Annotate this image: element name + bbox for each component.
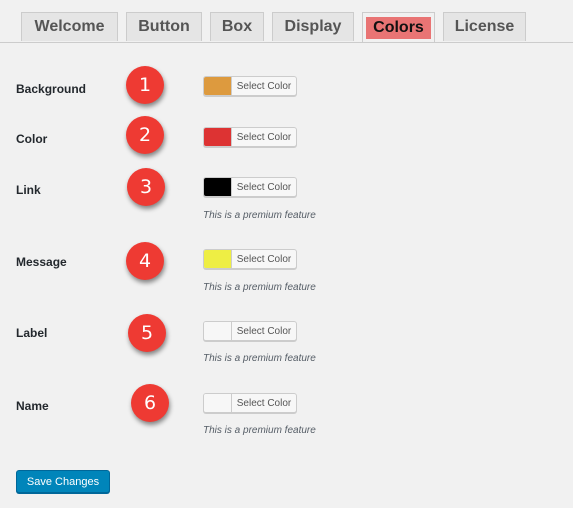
premium-note: This is a premium feature (203, 282, 316, 293)
link-label: Link (16, 183, 41, 197)
premium-note: This is a premium feature (203, 210, 316, 221)
label-swatch (204, 322, 232, 340)
select-color-text: Select Color (236, 131, 292, 143)
select-color-text: Select Color (236, 80, 292, 92)
step-badge-5: 5 (128, 314, 166, 352)
color-color-picker[interactable]: Select Color (203, 127, 297, 147)
step-badge-2: 2 (126, 116, 164, 154)
tab-colors-label: Colors (366, 16, 431, 39)
link-swatch (204, 178, 232, 196)
step-badge-3: 3 (127, 168, 165, 206)
message-swatch (204, 250, 232, 268)
select-color-text: Select Color (236, 253, 292, 265)
tab-colors[interactable]: Colors (362, 12, 435, 42)
select-color-text: Select Color (236, 181, 292, 193)
color-label: Color (16, 132, 48, 146)
message-color-picker[interactable]: Select Color (203, 249, 297, 269)
select-color-text: Select Color (236, 325, 292, 337)
tab-bar: Welcome Button Box Display Colors Licens… (0, 0, 573, 43)
premium-note: This is a premium feature (203, 425, 316, 436)
name-color-picker[interactable]: Select Color (203, 393, 297, 413)
background-color-picker[interactable]: Select Color (203, 76, 297, 96)
select-color-text: Select Color (236, 397, 292, 409)
label-label: Label (16, 326, 48, 340)
tab-license[interactable]: License (443, 12, 526, 41)
tab-button[interactable]: Button (126, 12, 202, 41)
background-label: Background (16, 82, 87, 96)
step-badge-1: 1 (126, 66, 164, 104)
color-swatch (204, 128, 232, 146)
premium-note: This is a premium feature (203, 353, 316, 364)
step-badge-6: 6 (131, 384, 169, 422)
name-label: Name (16, 399, 49, 413)
tab-box[interactable]: Box (210, 12, 264, 41)
tab-welcome[interactable]: Welcome (21, 12, 118, 41)
message-label: Message (16, 255, 67, 269)
name-swatch (204, 394, 232, 412)
save-changes-button[interactable]: Save Changes (16, 470, 110, 493)
label-color-picker[interactable]: Select Color (203, 321, 297, 341)
step-badge-4: 4 (126, 242, 164, 280)
link-color-picker[interactable]: Select Color (203, 177, 297, 197)
background-swatch (204, 77, 232, 95)
tab-display[interactable]: Display (272, 12, 354, 41)
